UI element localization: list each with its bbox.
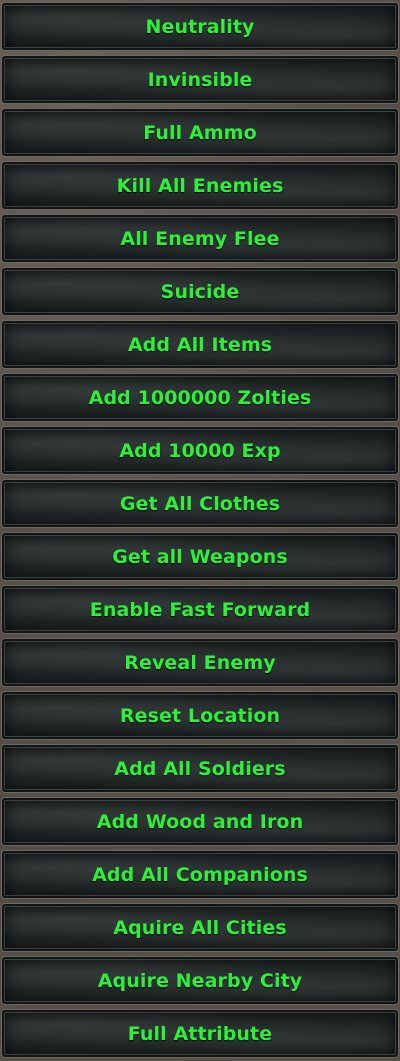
- get-all-weapons-button[interactable]: Get all Weapons: [2, 533, 398, 580]
- aquire-nearby-city-button-label: Aquire Nearby City: [97, 969, 303, 992]
- add-all-items-button[interactable]: Add All Items: [2, 321, 398, 368]
- aquire-nearby-city-button[interactable]: Aquire Nearby City: [2, 957, 398, 1004]
- add-all-companions-button[interactable]: Add All Companions: [2, 851, 398, 898]
- suicide-button[interactable]: Suicide: [2, 268, 398, 315]
- add-exp-button-label: Add 10000 Exp: [119, 439, 281, 462]
- all-enemy-flee-button-label: All Enemy Flee: [120, 227, 280, 250]
- reset-location-button[interactable]: Reset Location: [2, 692, 398, 739]
- neutrality-button-label: Neutrality: [145, 15, 255, 38]
- add-exp-button[interactable]: Add 10000 Exp: [2, 427, 398, 474]
- neutrality-button[interactable]: Neutrality: [2, 3, 398, 50]
- enable-fast-forward-button-label: Enable Fast Forward: [89, 598, 311, 621]
- invinsible-button-label: Invinsible: [147, 68, 253, 91]
- get-all-clothes-button[interactable]: Get All Clothes: [2, 480, 398, 527]
- suicide-button-label: Suicide: [160, 280, 240, 303]
- add-zolties-button-label: Add 1000000 Zolties: [88, 386, 312, 409]
- reset-location-button-label: Reset Location: [119, 704, 281, 727]
- get-all-weapons-button-label: Get all Weapons: [112, 545, 288, 568]
- add-all-companions-button-label: Add All Companions: [92, 863, 308, 886]
- reveal-enemy-button-label: Reveal Enemy: [124, 651, 276, 674]
- reveal-enemy-button[interactable]: Reveal Enemy: [2, 639, 398, 686]
- kill-all-enemies-button-label: Kill All Enemies: [116, 174, 284, 197]
- kill-all-enemies-button[interactable]: Kill All Enemies: [2, 162, 398, 209]
- aquire-all-cities-button-label: Aquire All Cities: [113, 916, 287, 939]
- add-wood-and-iron-button[interactable]: Add Wood and Iron: [2, 798, 398, 845]
- aquire-all-cities-button[interactable]: Aquire All Cities: [2, 904, 398, 951]
- add-wood-and-iron-button-label: Add Wood and Iron: [96, 810, 304, 833]
- cheat-menu: Neutrality Invinsible Full Ammo Kill All…: [0, 0, 400, 1061]
- full-attribute-button[interactable]: Full Attribute: [2, 1010, 398, 1057]
- add-all-soldiers-button[interactable]: Add All Soldiers: [2, 745, 398, 792]
- all-enemy-flee-button[interactable]: All Enemy Flee: [2, 215, 398, 262]
- enable-fast-forward-button[interactable]: Enable Fast Forward: [2, 586, 398, 633]
- full-ammo-button[interactable]: Full Ammo: [2, 109, 398, 156]
- add-zolties-button[interactable]: Add 1000000 Zolties: [2, 374, 398, 421]
- full-ammo-button-label: Full Ammo: [143, 121, 257, 144]
- get-all-clothes-button-label: Get All Clothes: [119, 492, 281, 515]
- add-all-soldiers-button-label: Add All Soldiers: [114, 757, 286, 780]
- full-attribute-button-label: Full Attribute: [127, 1022, 273, 1045]
- invinsible-button[interactable]: Invinsible: [2, 56, 398, 103]
- add-all-items-button-label: Add All Items: [127, 333, 273, 356]
